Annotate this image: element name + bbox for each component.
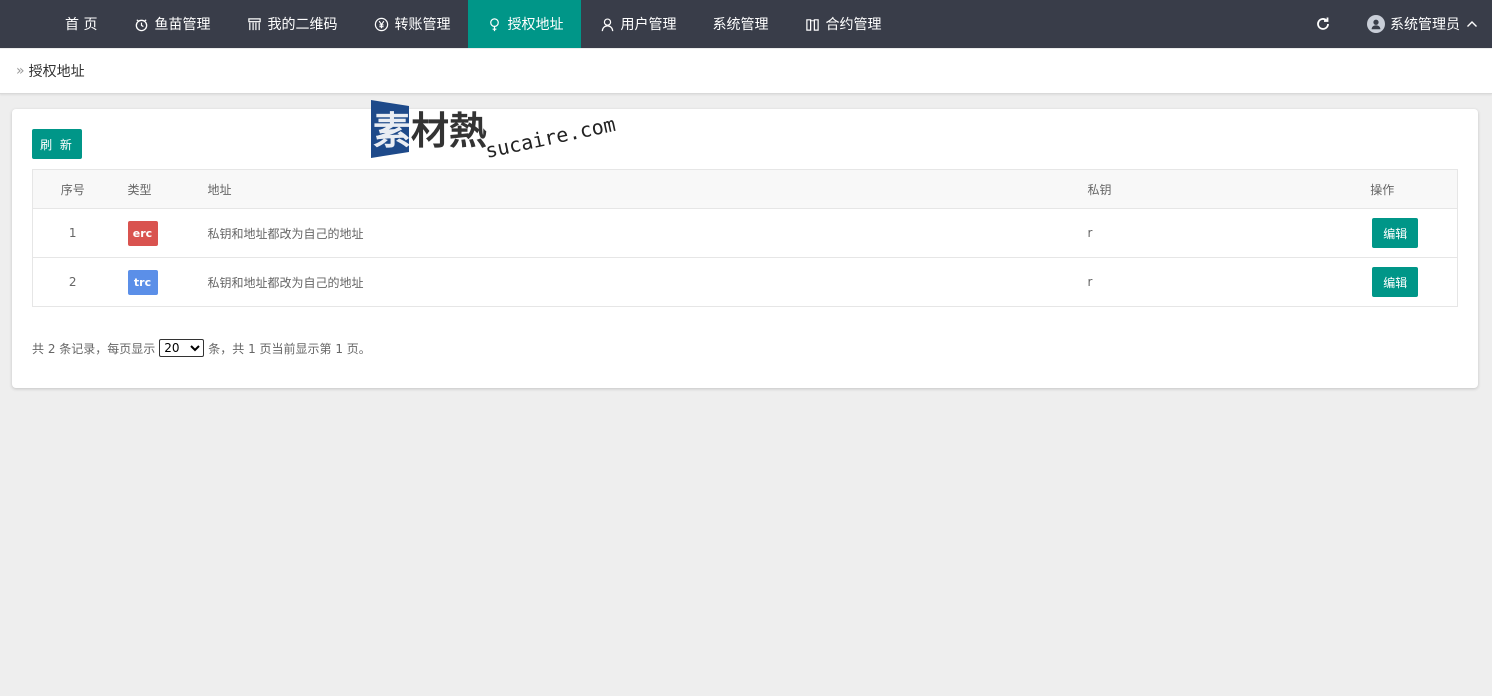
nav-item-label: 转账管理 — [394, 17, 451, 33]
nav-item-label: 我的二维码 — [267, 17, 338, 33]
user-name: 系统管理员 — [1390, 17, 1460, 33]
nav-item-system-management[interactable]: 系统管理 — [694, 0, 786, 48]
grid-icon — [246, 16, 262, 32]
nav-item-label: 系统管理 — [712, 17, 769, 33]
nav-item-my-qrcode[interactable]: 我的二维码 — [228, 0, 355, 48]
refresh-icon[interactable] — [1313, 14, 1333, 34]
watermark-logo: 素 材熱 sucaire.com — [371, 100, 618, 162]
book-icon — [804, 16, 820, 32]
main-nav: 首 页 鱼苗管理 我的二维码 转账管理 授权地址 用户管理 系统管理 合约管理 — [47, 0, 899, 48]
pager-prefix: 共 2 条记录，每页显示 — [32, 341, 156, 356]
col-header-type: 类型 — [112, 169, 208, 209]
cell-private-key: r — [1087, 257, 1308, 307]
cell-type: erc — [112, 208, 208, 258]
nav-item-fish-management[interactable]: 鱼苗管理 — [115, 0, 228, 48]
cell-actions: 编辑 — [1307, 257, 1458, 307]
cell-address: 私钥和地址都改为自己的地址 — [207, 208, 1088, 258]
cell-index: 1 — [32, 208, 113, 258]
edit-button[interactable]: 编辑 — [1372, 218, 1419, 248]
page-size-select[interactable]: 20 — [159, 339, 205, 357]
double-chevron-right-icon: » — [16, 63, 25, 79]
svg-text:材熱: 材熱 — [411, 109, 487, 153]
avatar — [1367, 15, 1385, 33]
refresh-button[interactable]: 刷 新 — [32, 129, 82, 159]
nav-item-auth-address[interactable]: 授权地址 — [468, 0, 582, 48]
clock-icon — [133, 16, 149, 32]
breadcrumb-current: 授权地址 — [28, 64, 85, 80]
cell-address: 私钥和地址都改为自己的地址 — [207, 257, 1088, 307]
svg-text:素: 素 — [373, 109, 411, 153]
cell-private-key: r — [1087, 208, 1308, 258]
col-header-actions: 操作 — [1307, 169, 1458, 209]
nav-item-home[interactable]: 首 页 — [47, 0, 115, 48]
bulb-icon — [486, 16, 502, 32]
col-header-index: 序号 — [32, 169, 113, 209]
content-card: 刷 新 序号 类型 地址 私钥 操作 1 erc 私钥和地址都改为自己的地址 r… — [12, 109, 1478, 388]
breadcrumb: » 授权地址 — [0, 49, 1492, 94]
col-header-address: 地址 — [207, 169, 1088, 209]
cell-type: trc — [112, 257, 208, 307]
nav-item-label: 用户管理 — [620, 17, 677, 33]
nav-item-label: 合约管理 — [825, 17, 882, 33]
yen-icon — [373, 16, 389, 32]
table-row: 2 trc 私钥和地址都改为自己的地址 r 编辑 — [32, 257, 1458, 307]
user-icon — [599, 16, 615, 32]
nav-item-contract-management[interactable]: 合约管理 — [786, 0, 899, 48]
type-badge: trc — [127, 269, 158, 295]
svg-text:sucaire.com: sucaire.com — [483, 112, 618, 162]
chevron-up-icon — [1466, 18, 1478, 30]
table-header-row: 序号 类型 地址 私钥 操作 — [32, 169, 1458, 209]
nav-item-label: 鱼苗管理 — [154, 17, 211, 33]
cell-actions: 编辑 — [1307, 208, 1458, 258]
nav-item-user-management[interactable]: 用户管理 — [581, 0, 694, 48]
col-header-private-key: 私钥 — [1087, 169, 1308, 209]
top-right-tools: 系统管理员 — [1313, 0, 1478, 48]
auth-address-table: 序号 类型 地址 私钥 操作 1 erc 私钥和地址都改为自己的地址 r 编辑 … — [32, 169, 1458, 307]
pager-suffix: 条，共 1 页当前显示第 1 页。 — [208, 341, 371, 356]
cell-index: 2 — [32, 257, 113, 307]
nav-item-label: 首 页 — [65, 17, 98, 33]
table-row: 1 erc 私钥和地址都改为自己的地址 r 编辑 — [32, 208, 1458, 258]
nav-item-label: 授权地址 — [507, 17, 564, 33]
edit-button[interactable]: 编辑 — [1372, 267, 1419, 297]
type-badge: erc — [127, 220, 158, 246]
pagination-info: 共 2 条记录，每页显示 20 条，共 1 页当前显示第 1 页。 — [32, 339, 371, 357]
nav-item-transfer-management[interactable]: 转账管理 — [355, 0, 468, 48]
top-navbar: 首 页 鱼苗管理 我的二维码 转账管理 授权地址 用户管理 系统管理 合约管理 … — [0, 0, 1492, 48]
user-menu[interactable]: 系统管理员 — [1367, 14, 1478, 34]
